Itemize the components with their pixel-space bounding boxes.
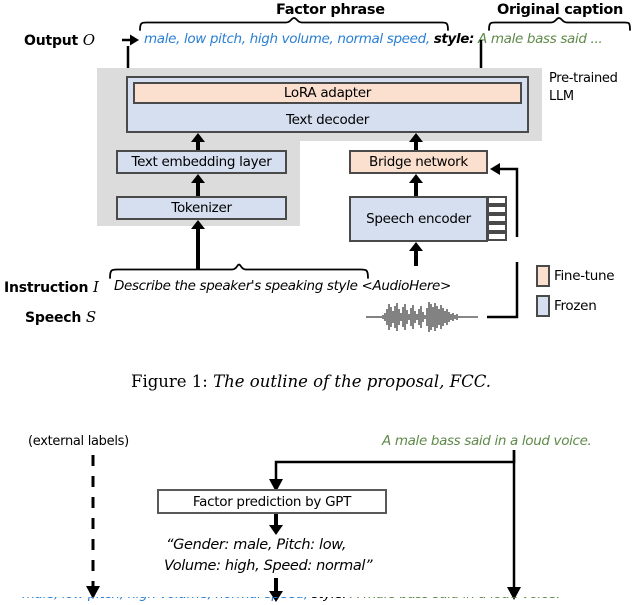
pretrained-llm-label-line1: Pre-trained xyxy=(549,71,618,86)
output-original-caption: A male bass said ... xyxy=(478,31,603,47)
node-tokenizer-label: Tokenizer xyxy=(171,200,232,216)
node-text-embedding-layer[interactable]: Text embedding layer xyxy=(116,150,287,174)
node-bridge-network[interactable]: Bridge network xyxy=(349,150,488,174)
legend-swatch-frozen xyxy=(536,295,550,317)
row-label-instruction: Instruction I xyxy=(4,278,99,296)
encoder-stack-tab xyxy=(487,205,507,214)
connector-caption-to-gpt xyxy=(269,450,516,492)
row-label-speech-symbol: S xyxy=(85,308,96,326)
encoder-stack-tab xyxy=(487,223,507,232)
node-tokenizer[interactable]: Tokenizer xyxy=(116,196,287,220)
speech-to-bridge-connector xyxy=(487,262,519,319)
node-speech-encoder[interactable]: Speech encoder xyxy=(349,196,488,242)
row-label-instruction-text: Instruction xyxy=(4,280,89,296)
node-text-decoder-label: Text decoder xyxy=(286,112,369,128)
node-speech-encoder-label: Speech encoder xyxy=(366,211,471,227)
encoder-stack-tab xyxy=(487,214,507,223)
pretrained-llm-label-line2: LLM xyxy=(549,89,574,104)
arrow-tokenizer-to-embedding xyxy=(191,174,205,196)
figure-caption-text: The outline of the proposal, FCC. xyxy=(213,372,492,391)
node-factor-prediction-gpt[interactable]: Factor prediction by GPT xyxy=(157,489,387,514)
row-label-speech: Speech S xyxy=(25,308,96,326)
legend-swatch-fine-tune xyxy=(536,265,550,287)
speech-waveform-icon xyxy=(366,302,478,332)
row-label-output: Output O xyxy=(24,31,95,49)
arrow-encoder-to-bridge xyxy=(409,174,423,196)
arrow-gpt-to-output xyxy=(269,514,283,535)
gpt-output-line1: “Gender: male, Pitch: low, xyxy=(166,537,347,553)
figure-caption: Figure 1: The outline of the proposal, F… xyxy=(131,372,491,391)
figure2-original-caption: A male bass said in a loud voice. xyxy=(382,433,592,449)
row-label-output-text: Output xyxy=(24,33,79,49)
bottom-cutoff-text-row: male, low pitch, high volume, normal spe… xyxy=(0,597,632,604)
node-lora-adapter[interactable]: LoRA adapter xyxy=(133,82,522,104)
figure-canvas: Factor phrase Original caption Output O … xyxy=(0,0,632,604)
brace-title-factor-phrase: Factor phrase xyxy=(276,2,385,18)
legend-label-fine-tune: Fine-tune xyxy=(554,268,615,284)
instruction-text: Describe the speaker's speaking style <A… xyxy=(114,278,451,294)
external-labels-text: (external labels) xyxy=(28,434,129,449)
node-lora-adapter-label: LoRA adapter xyxy=(283,85,372,101)
gpt-output-line2: Volume: high, Speed: normal” xyxy=(164,558,373,574)
row-label-output-symbol: O xyxy=(82,31,95,49)
brace-title-original-caption: Original caption xyxy=(497,2,624,18)
node-bridge-network-label: Bridge network xyxy=(369,154,468,170)
arrow-external-labels-dashed xyxy=(86,455,100,599)
row-label-speech-text: Speech xyxy=(25,310,82,326)
brace-original-caption xyxy=(488,17,631,31)
node-text-embedding-layer-label: Text embedding layer xyxy=(131,154,272,170)
brace-instruction xyxy=(109,263,369,279)
encoder-stack-tab xyxy=(487,232,507,241)
connector-caption-down-right xyxy=(507,450,521,600)
legend-label-frozen: Frozen xyxy=(554,298,597,314)
arrow-speech-to-encoder xyxy=(409,242,423,266)
brace-factor-phrase xyxy=(139,17,449,31)
figure-caption-prefix: Figure 1: xyxy=(131,372,208,391)
encoder-stack-tab xyxy=(487,196,507,205)
row-label-instruction-symbol: I xyxy=(92,278,99,296)
node-factor-prediction-gpt-label: Factor prediction by GPT xyxy=(192,493,352,510)
